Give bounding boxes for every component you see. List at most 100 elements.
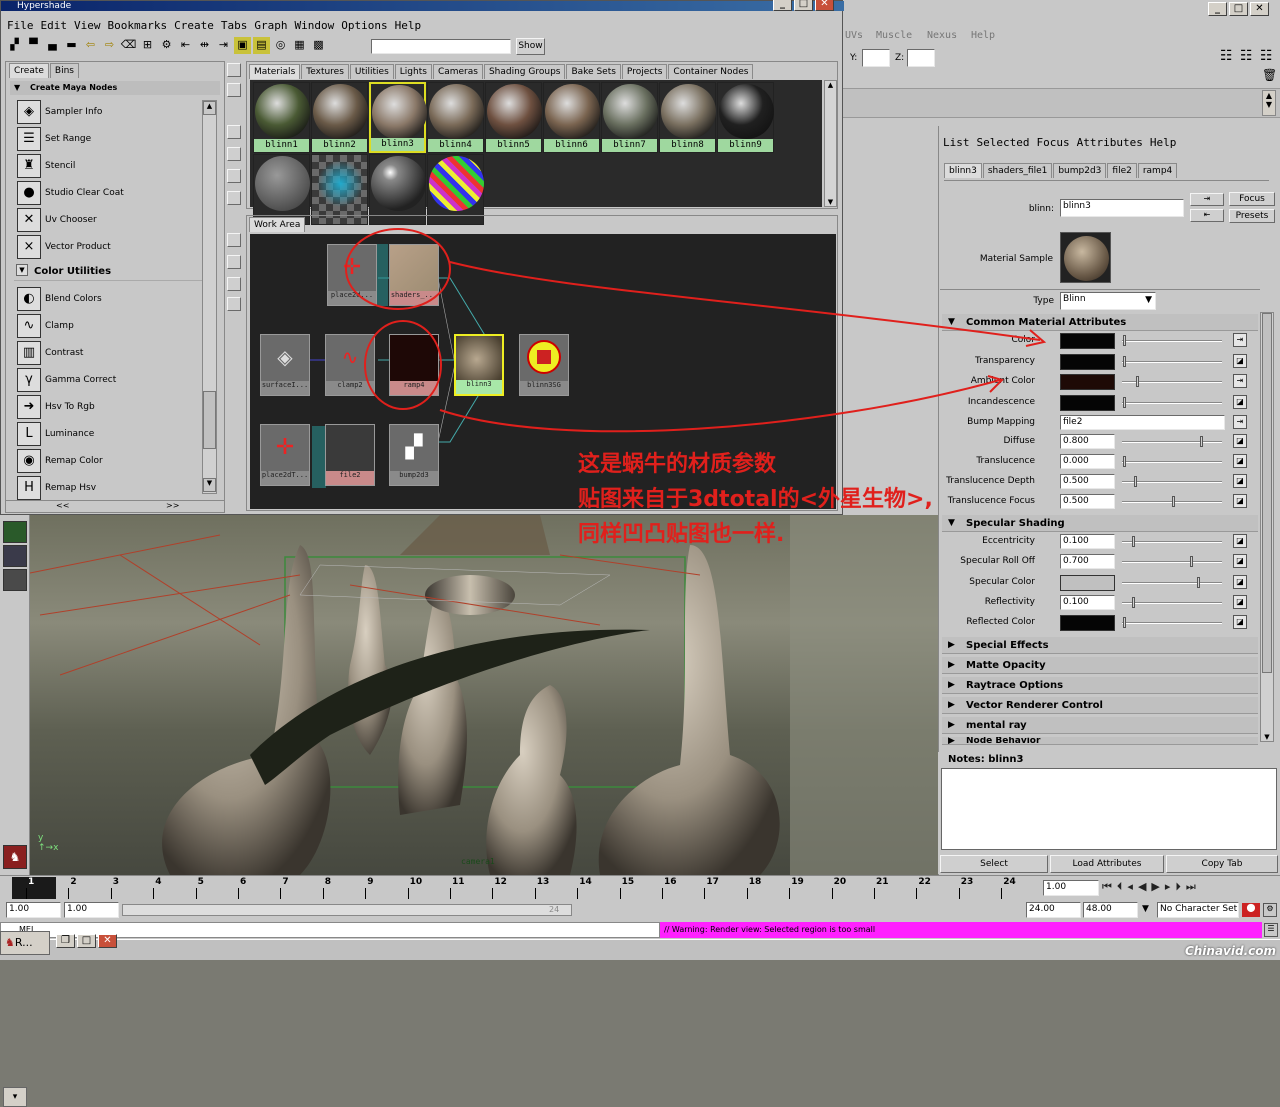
script-editor-icon[interactable]: ☰ [1264,923,1278,937]
node-place2d-bottom[interactable]: ✛ place2dT... [260,424,310,486]
node-item[interactable]: ● Studio Clear Coat [14,179,199,206]
map-button-icon[interactable]: ◪ [1233,494,1247,508]
playback-end-field[interactable]: 24.00 [1026,902,1081,918]
node-item[interactable]: ➜ Hsv To Rgb [14,393,199,420]
attr-slider[interactable] [1122,436,1222,447]
map-button-icon[interactable]: ⇥ [1233,415,1247,429]
restore-icon[interactable]: ❐ [56,934,75,948]
notes-textarea[interactable] [941,768,1277,850]
ae-menu-help[interactable]: Help [1150,136,1177,149]
slider-knob[interactable] [1197,576,1200,588]
attr-slider[interactable] [1122,396,1222,408]
menu-nexus[interactable]: Nexus [927,30,957,41]
menu-bookmarks[interactable]: Bookmarks [108,19,168,32]
material-swatch[interactable]: blinn9 [717,82,774,153]
rearrange-icon[interactable]: ⊞ [139,37,156,54]
color-swatch[interactable] [1060,394,1115,411]
node-shaders-file[interactable]: shaders_... [389,244,439,306]
side-icon-7[interactable] [227,233,241,247]
menu-view[interactable]: View [74,19,101,32]
slider-knob[interactable] [1132,536,1135,547]
view-list-icon[interactable]: ▤ [253,37,270,54]
ae-menu-focus[interactable]: Focus [1036,136,1069,149]
current-frame-field[interactable]: 1.00 [1043,880,1099,896]
slider-knob[interactable] [1123,396,1126,408]
tab-work-area[interactable]: Work Area [249,217,306,232]
tab-utilities[interactable]: Utilities [349,64,394,79]
map-button-icon[interactable]: ◪ [1233,454,1247,468]
presets-button[interactable]: Presets [1229,209,1275,223]
ae-menu-selected[interactable]: Selected [977,136,1030,149]
maximize-icon[interactable]: □ [77,934,96,948]
tool-settings-icon[interactable]: ☷ [1220,48,1233,64]
ae-tab-blinn3[interactable]: blinn3 [944,163,982,178]
menu-help[interactable]: Help [395,19,422,32]
attr-value-field[interactable]: 0.700 [1060,554,1115,570]
node-ramp4[interactable]: ramp4 [389,334,439,396]
slider-knob[interactable] [1190,556,1193,568]
attr-slider[interactable] [1122,376,1222,387]
node-item[interactable]: ◐ Blend Colors [14,285,199,312]
node-item[interactable]: ♜ Stencil [14,152,199,179]
attr-slider[interactable] [1122,335,1222,346]
attr-value-field[interactable]: 0.800 [1060,434,1115,449]
slider-knob[interactable] [1123,617,1126,629]
layout-icon-split[interactable] [3,569,27,591]
side-icon-2[interactable] [227,83,241,97]
menu-edit[interactable]: Edit [41,19,68,32]
hs-maximize-button[interactable]: □ [794,0,813,11]
map-button-icon[interactable]: ◪ [1233,594,1247,609]
ae-menu-attributes[interactable]: Attributes [1077,136,1143,149]
close-icon[interactable]: ✕ [98,934,117,948]
slider-knob[interactable] [1123,355,1126,367]
attr-value-field[interactable]: 0.500 [1060,494,1115,509]
create-scrollbar[interactable]: ▲ ▼ [202,100,217,494]
ae-tab-bump2d3[interactable]: bump2d3 [1053,163,1107,178]
material-swatch[interactable]: blinn5 [485,82,542,153]
perspective-viewport[interactable]: y ↑→x camera1 [0,515,938,875]
material-swatch[interactable]: blinn6 [543,82,600,153]
y-coord-field[interactable] [862,49,890,67]
side-icon-8[interactable] [227,255,241,269]
node-place2d-top[interactable]: ✛ place2d... [327,244,377,306]
clear-graph-icon[interactable]: ⌫ [120,37,137,54]
side-icon-9[interactable] [227,277,241,291]
node-surface-info[interactable]: ◈ surfaceI... [260,334,310,396]
slider-knob[interactable] [1132,596,1135,608]
menu-muscle[interactable]: Muscle [876,30,912,41]
step-forward-icon[interactable]: ▸ [1165,880,1176,893]
material-swatch[interactable]: blinn7 [601,82,658,153]
side-icon-6[interactable] [227,191,241,205]
ae-tab-file2[interactable]: file2 [1107,163,1137,178]
node-file2[interactable]: file2 [325,424,375,486]
tab-cameras[interactable]: Cameras [432,64,483,79]
map-button-icon[interactable]: ◪ [1233,574,1247,589]
attr-value-field[interactable]: 0.000 [1060,454,1115,469]
graph-materials-icon[interactable]: ⚙ [158,37,175,54]
node-item[interactable]: ☰ Set Range [14,125,199,152]
node-item[interactable]: H Remap Hsv [14,474,199,501]
node-item[interactable]: ∿ Clamp [14,312,199,339]
tab-create[interactable]: Create [9,63,49,78]
tab-lights[interactable]: Lights [394,64,432,79]
focus-input-icon[interactable]: ⇥ [1190,193,1224,206]
node-item[interactable]: L Luminance [14,420,199,447]
close-button[interactable]: ✕ [1250,2,1269,16]
minimize-button[interactable]: _ [1208,2,1227,16]
tab-shading-groups[interactable]: Shading Groups [483,64,566,79]
tab-textures[interactable]: Textures [301,64,349,79]
menu-options[interactable]: Options [341,19,387,32]
layout-icon-single[interactable] [3,521,27,543]
map-button-icon[interactable]: ◪ [1233,353,1247,368]
map-button-icon[interactable]: ◪ [1233,534,1247,548]
map-button-icon[interactable]: ◪ [1233,554,1247,569]
load-attributes-button[interactable]: Load Attributes [1050,855,1164,873]
select-button[interactable]: Select [940,855,1048,873]
taskbar-app-button[interactable]: ♞R... [0,931,50,955]
menu-uvs[interactable]: UVs [845,30,863,41]
section-matte-opacity[interactable]: ▶ Matte Opacity [942,657,1258,674]
node-item[interactable]: × Vector Product [14,233,199,260]
z-coord-field[interactable] [907,49,935,67]
show-tabs-icon[interactable]: ▬ [63,37,80,54]
focus-button[interactable]: Focus [1229,192,1275,206]
